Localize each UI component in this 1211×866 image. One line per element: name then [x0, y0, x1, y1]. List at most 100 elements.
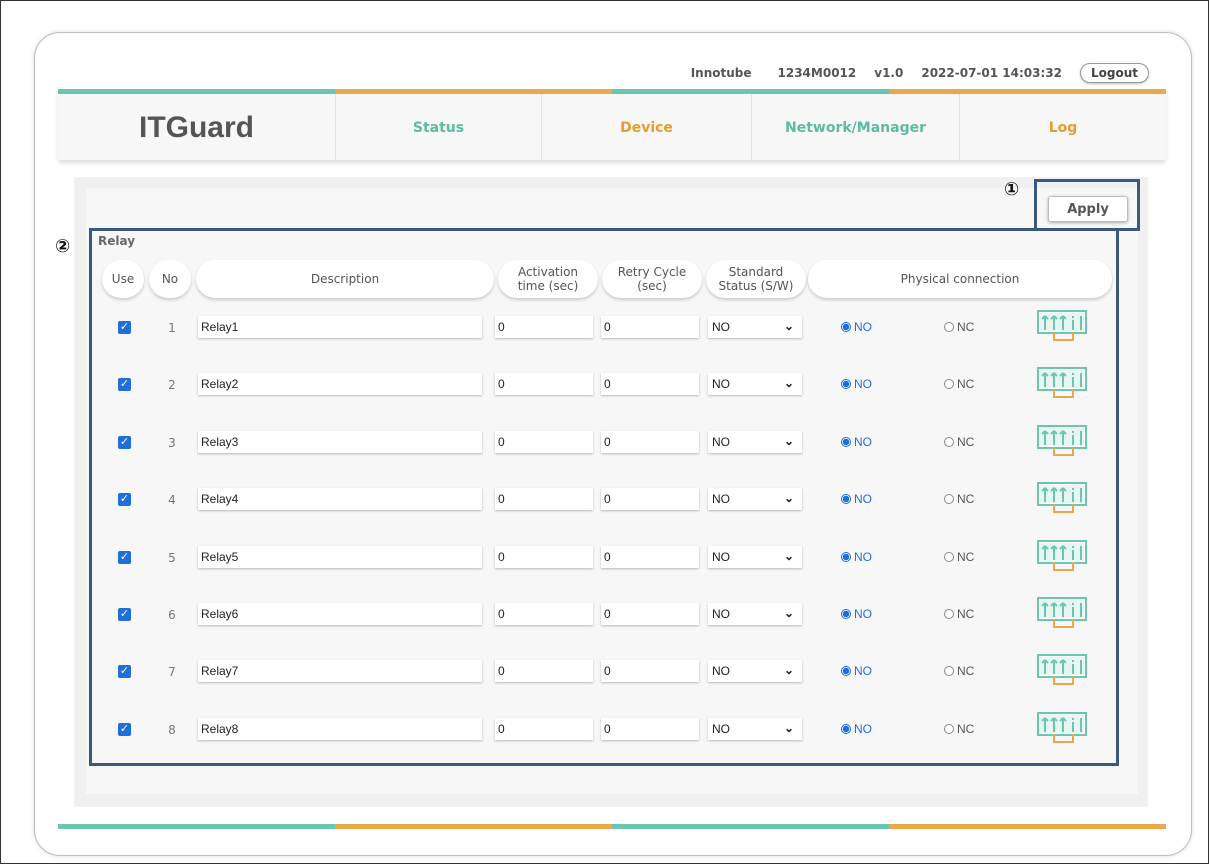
select-value: NO	[712, 550, 730, 564]
activation-time-input[interactable]	[495, 718, 593, 740]
physical-no-radio[interactable]: NO	[841, 550, 872, 564]
description-input[interactable]	[198, 603, 482, 625]
logout-button[interactable]: Logout	[1079, 63, 1149, 83]
relay-number: 8	[168, 723, 176, 737]
description-input[interactable]	[198, 316, 482, 338]
use-checkbox[interactable]: ✓	[118, 608, 131, 621]
relay-number: 1	[168, 321, 176, 335]
standard-status-select[interactable]: NO ⌄	[708, 660, 802, 682]
radio-label: NO	[854, 607, 872, 621]
physical-no-radio[interactable]: NO	[841, 435, 872, 449]
relay-number: 7	[168, 665, 176, 679]
retry-cycle-input[interactable]	[601, 660, 699, 682]
physical-nc-radio[interactable]: NC	[944, 664, 974, 678]
relay-diagram-icon	[1037, 367, 1087, 398]
physical-nc-radio[interactable]: NC	[944, 492, 974, 506]
relay-diagram-icon	[1037, 310, 1087, 341]
company-name: Innotube	[690, 66, 752, 80]
relay-number: 5	[168, 551, 176, 565]
activation-time-input[interactable]	[495, 603, 593, 625]
description-input[interactable]	[198, 431, 482, 453]
radio-label: NC	[957, 664, 975, 678]
physical-no-radio[interactable]: NO	[841, 607, 872, 621]
standard-status-select[interactable]: NO ⌄	[708, 316, 802, 338]
chevron-down-icon: ⌄	[783, 434, 794, 448]
standard-status-select[interactable]: NO ⌄	[708, 431, 802, 453]
radio-dot	[841, 552, 851, 562]
column-header-description: Description	[196, 260, 494, 298]
activation-time-input[interactable]	[495, 373, 593, 395]
nav-accent-teal	[612, 89, 889, 94]
description-input[interactable]	[198, 660, 482, 682]
use-checkbox[interactable]: ✓	[118, 723, 131, 736]
physical-nc-radio[interactable]: NC	[944, 722, 974, 736]
standard-status-select[interactable]: NO ⌄	[708, 488, 802, 510]
select-value: NO	[712, 722, 730, 736]
physical-nc-radio[interactable]: NC	[944, 435, 974, 449]
relay-row: ✓ 2 NO ⌄ NO NC	[0, 367, 1211, 398]
nav-accent-orange	[335, 89, 612, 94]
radio-dot	[841, 322, 851, 332]
physical-no-radio[interactable]: NO	[841, 320, 872, 334]
radio-dot	[841, 666, 851, 676]
header-line: (sec)	[637, 279, 667, 293]
radio-dot	[841, 609, 851, 619]
retry-cycle-input[interactable]	[601, 373, 699, 395]
description-input[interactable]	[198, 373, 482, 395]
description-input[interactable]	[198, 546, 482, 568]
radio-label: NC	[957, 607, 975, 621]
standard-status-select[interactable]: NO ⌄	[708, 603, 802, 625]
relay-row: ✓ 7 NO ⌄ NO NC	[0, 654, 1211, 685]
relay-diagram-icon	[1037, 654, 1087, 685]
marker-apply: ①	[1004, 179, 1020, 200]
physical-no-radio[interactable]: NO	[841, 722, 872, 736]
retry-cycle-input[interactable]	[601, 603, 699, 625]
description-input[interactable]	[198, 718, 482, 740]
use-checkbox[interactable]: ✓	[118, 378, 131, 391]
use-checkbox[interactable]: ✓	[118, 493, 131, 506]
footer-accent-orange	[335, 824, 612, 829]
retry-cycle-input[interactable]	[601, 546, 699, 568]
activation-time-input[interactable]	[495, 660, 593, 682]
tab-log[interactable]: Log	[959, 89, 1166, 160]
physical-nc-radio[interactable]: NC	[944, 377, 974, 391]
use-checkbox[interactable]: ✓	[118, 665, 131, 678]
standard-status-select[interactable]: NO ⌄	[708, 718, 802, 740]
radio-label: NO	[854, 722, 872, 736]
use-checkbox[interactable]: ✓	[118, 551, 131, 564]
retry-cycle-input[interactable]	[601, 316, 699, 338]
use-checkbox[interactable]: ✓	[118, 436, 131, 449]
select-value: NO	[712, 377, 730, 391]
physical-nc-radio[interactable]: NC	[944, 607, 974, 621]
physical-nc-radio[interactable]: NC	[944, 320, 974, 334]
radio-label: NO	[854, 664, 872, 678]
standard-status-select[interactable]: NO ⌄	[708, 373, 802, 395]
activation-time-input[interactable]	[495, 431, 593, 453]
footer-accent-teal	[58, 824, 335, 829]
tab-network-manager[interactable]: Network/Manager	[751, 89, 959, 160]
radio-dot	[944, 322, 954, 332]
physical-no-radio[interactable]: NO	[841, 492, 872, 506]
activation-time-input[interactable]	[495, 316, 593, 338]
activation-time-input[interactable]	[495, 546, 593, 568]
tab-device[interactable]: Device	[541, 89, 751, 160]
standard-status-select[interactable]: NO ⌄	[708, 546, 802, 568]
description-input[interactable]	[198, 488, 482, 510]
current-datetime: 2022-07-01 14:03:32	[921, 66, 1062, 80]
radio-label: NO	[854, 435, 872, 449]
activation-time-input[interactable]	[495, 488, 593, 510]
physical-no-radio[interactable]: NO	[841, 377, 872, 391]
physical-no-radio[interactable]: NO	[841, 664, 872, 678]
retry-cycle-input[interactable]	[601, 431, 699, 453]
radio-label: NC	[957, 550, 975, 564]
use-checkbox[interactable]: ✓	[118, 321, 131, 334]
chevron-down-icon: ⌄	[783, 606, 794, 620]
footer-accents	[58, 824, 1166, 829]
radio-dot	[944, 724, 954, 734]
physical-nc-radio[interactable]: NC	[944, 550, 974, 564]
relay-diagram-icon	[1037, 712, 1087, 743]
tab-status[interactable]: Status	[335, 89, 541, 160]
radio-dot	[944, 379, 954, 389]
retry-cycle-input[interactable]	[601, 718, 699, 740]
retry-cycle-input[interactable]	[601, 488, 699, 510]
